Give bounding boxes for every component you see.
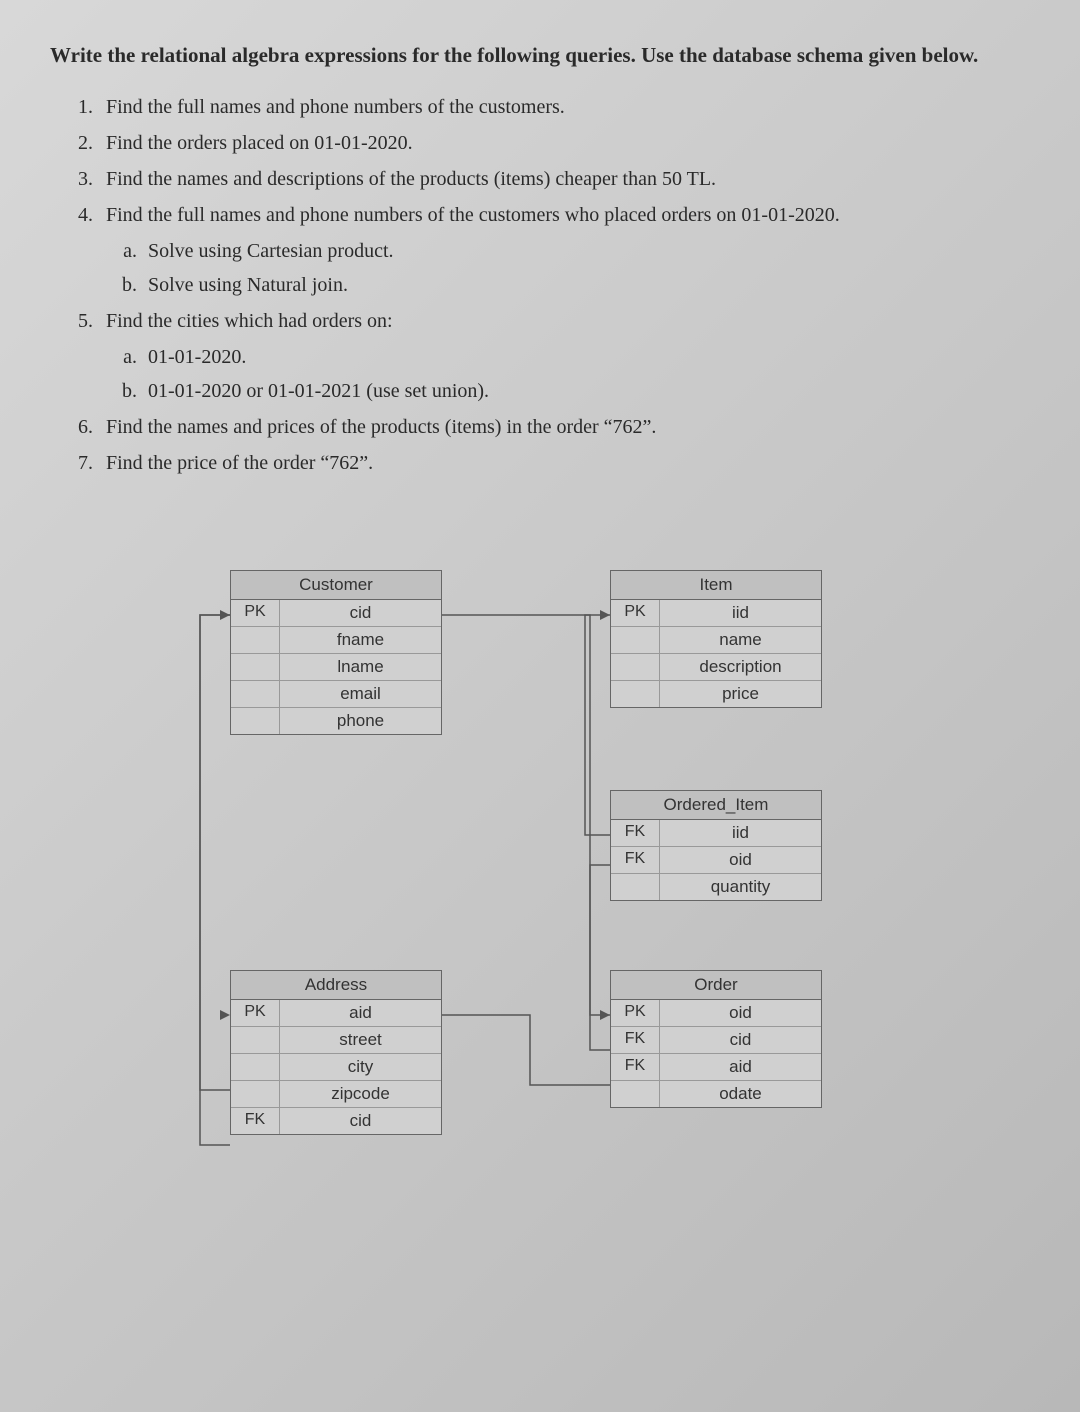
table-row: odate bbox=[611, 1081, 821, 1107]
key-cell bbox=[611, 681, 660, 707]
attr-cell: oid bbox=[660, 847, 821, 873]
key-cell bbox=[611, 874, 660, 900]
attr-cell: description bbox=[660, 654, 821, 680]
page: Write the relational algebra expressions… bbox=[0, 0, 1080, 1270]
key-cell bbox=[231, 627, 280, 653]
table-row: PKcid bbox=[231, 600, 441, 627]
table-row: city bbox=[231, 1054, 441, 1081]
table-row: PKiid bbox=[611, 600, 821, 627]
table-row: FKaid bbox=[611, 1054, 821, 1081]
schema-diagram: Customer PKcid fname lname email phone I… bbox=[190, 570, 890, 1250]
table-item-header: Item bbox=[611, 571, 821, 600]
table-address: Address PKaid street city zipcode FKcid bbox=[230, 970, 442, 1135]
key-cell bbox=[611, 1081, 660, 1107]
key-cell bbox=[231, 1054, 280, 1080]
table-row: FKoid bbox=[611, 847, 821, 874]
table-customer: Customer PKcid fname lname email phone bbox=[230, 570, 442, 735]
attr-cell: quantity bbox=[660, 874, 821, 900]
key-cell bbox=[231, 681, 280, 707]
key-cell bbox=[611, 654, 660, 680]
attr-cell: name bbox=[660, 627, 821, 653]
q5-sublist: 01-01-2020. 01-01-2020 or 01-01-2021 (us… bbox=[106, 340, 1030, 408]
table-row: FKcid bbox=[611, 1027, 821, 1054]
key-cell: PK bbox=[231, 1000, 280, 1026]
table-order: Order PKoid FKcid FKaid odate bbox=[610, 970, 822, 1108]
table-ordered-item: Ordered_Item FKiid FKoid quantity bbox=[610, 790, 822, 901]
attr-cell: city bbox=[280, 1054, 441, 1080]
key-cell bbox=[231, 1081, 280, 1107]
attr-cell: phone bbox=[280, 708, 441, 734]
key-cell: FK bbox=[231, 1108, 280, 1134]
attr-cell: iid bbox=[660, 600, 821, 626]
q5-text: Find the cities which had orders on: bbox=[106, 310, 393, 332]
key-cell: FK bbox=[611, 847, 660, 873]
q5: Find the cities which had orders on: 01-… bbox=[98, 304, 1030, 408]
attr-cell: cid bbox=[660, 1027, 821, 1053]
table-row: fname bbox=[231, 627, 441, 654]
table-row: PKaid bbox=[231, 1000, 441, 1027]
table-row: FKcid bbox=[231, 1108, 441, 1134]
key-cell: FK bbox=[611, 1054, 660, 1080]
q4: Find the full names and phone numbers of… bbox=[98, 198, 1030, 302]
table-row: price bbox=[611, 681, 821, 707]
q6: Find the names and prices of the product… bbox=[98, 410, 1030, 444]
table-ordered-item-header: Ordered_Item bbox=[611, 791, 821, 820]
table-row: name bbox=[611, 627, 821, 654]
key-cell: PK bbox=[611, 600, 660, 626]
table-order-header: Order bbox=[611, 971, 821, 1000]
attr-cell: oid bbox=[660, 1000, 821, 1026]
attr-cell: zipcode bbox=[280, 1081, 441, 1107]
key-cell bbox=[231, 1027, 280, 1053]
q2: Find the orders placed on 01-01-2020. bbox=[98, 126, 1030, 160]
q4b: Solve using Natural join. bbox=[142, 268, 1030, 302]
key-cell: FK bbox=[611, 820, 660, 846]
attr-cell: lname bbox=[280, 654, 441, 680]
q1: Find the full names and phone numbers of… bbox=[98, 90, 1030, 124]
q4-sublist: Solve using Cartesian product. Solve usi… bbox=[106, 234, 1030, 302]
attr-cell: odate bbox=[660, 1081, 821, 1107]
key-cell: PK bbox=[611, 1000, 660, 1026]
attr-cell: cid bbox=[280, 1108, 441, 1134]
table-row: email bbox=[231, 681, 441, 708]
q5b: 01-01-2020 or 01-01-2021 (use set union)… bbox=[142, 374, 1030, 408]
key-cell bbox=[231, 654, 280, 680]
table-row: zipcode bbox=[231, 1081, 441, 1108]
question-list: Find the full names and phone numbers of… bbox=[50, 90, 1030, 480]
attr-cell: price bbox=[660, 681, 821, 707]
table-row: description bbox=[611, 654, 821, 681]
attr-cell: street bbox=[280, 1027, 441, 1053]
table-row: quantity bbox=[611, 874, 821, 900]
table-address-header: Address bbox=[231, 971, 441, 1000]
q4a: Solve using Cartesian product. bbox=[142, 234, 1030, 268]
q5a: 01-01-2020. bbox=[142, 340, 1030, 374]
attr-cell: fname bbox=[280, 627, 441, 653]
table-row: FKiid bbox=[611, 820, 821, 847]
table-row: street bbox=[231, 1027, 441, 1054]
attr-cell: aid bbox=[660, 1054, 821, 1080]
attr-cell: email bbox=[280, 681, 441, 707]
title: Write the relational algebra expressions… bbox=[50, 40, 1030, 72]
key-cell bbox=[611, 627, 660, 653]
table-row: phone bbox=[231, 708, 441, 734]
attr-cell: aid bbox=[280, 1000, 441, 1026]
table-item: Item PKiid name description price bbox=[610, 570, 822, 708]
q7: Find the price of the order “762”. bbox=[98, 446, 1030, 480]
key-cell: FK bbox=[611, 1027, 660, 1053]
table-row: PKoid bbox=[611, 1000, 821, 1027]
table-row: lname bbox=[231, 654, 441, 681]
attr-cell: cid bbox=[280, 600, 441, 626]
key-cell bbox=[231, 708, 280, 734]
q4-text: Find the full names and phone numbers of… bbox=[106, 204, 840, 226]
table-customer-header: Customer bbox=[231, 571, 441, 600]
key-cell: PK bbox=[231, 600, 280, 626]
attr-cell: iid bbox=[660, 820, 821, 846]
q3: Find the names and descriptions of the p… bbox=[98, 162, 1030, 196]
